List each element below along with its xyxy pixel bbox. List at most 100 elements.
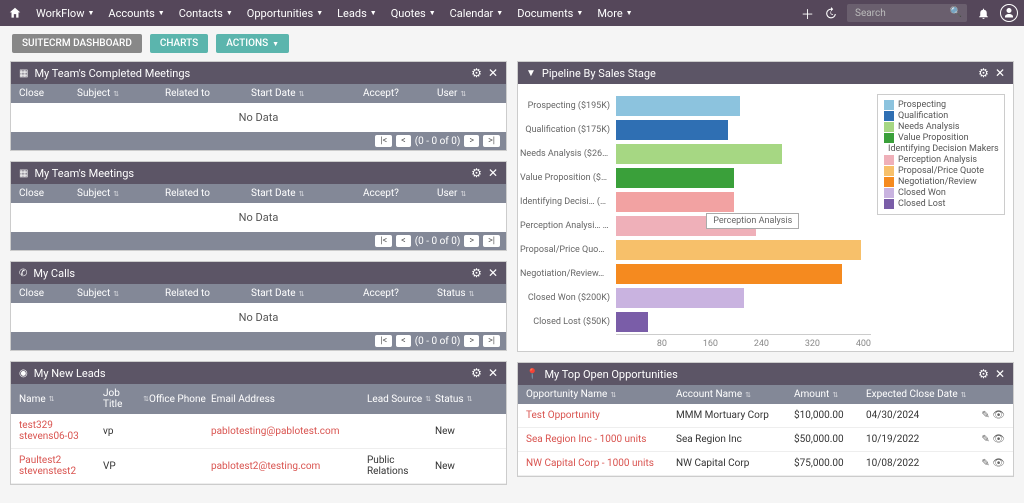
close-icon[interactable]: ✕ [488, 66, 498, 80]
column-header[interactable]: Related to [165, 188, 251, 199]
prev-page-button[interactable]: < [396, 135, 411, 147]
column-header[interactable]: Start Date⇅ [251, 88, 363, 99]
lead-name-link[interactable]: Paultest2 stevenstest2 [19, 455, 76, 477]
column-header[interactable]: Account Name⇅ [676, 389, 794, 400]
next-page-button[interactable]: > [464, 235, 479, 247]
history-icon[interactable] [824, 7, 837, 20]
lead-email-link[interactable]: pablotesting@pablotest.com [211, 426, 340, 437]
bar-label: Negotiation/Review… ($355K) [520, 269, 616, 279]
dashlet-meetings: ▦ My Team's Meetings ⚙ ✕ CloseSubject⇅Re… [10, 161, 507, 251]
column-header[interactable]: Job Title⇅ [103, 388, 149, 410]
view-icon[interactable]: 👁 [992, 434, 1005, 445]
chart-bar[interactable] [616, 192, 734, 212]
chart-bar[interactable] [616, 312, 648, 332]
column-header[interactable]: Related to [165, 288, 251, 299]
first-page-button[interactable]: |< [375, 235, 392, 247]
column-header[interactable]: Status⇅ [435, 388, 498, 410]
close-icon[interactable]: ✕ [995, 66, 1005, 80]
tab-dashboard[interactable]: SUITECRM DASHBOARD [12, 34, 142, 53]
column-header[interactable]: Accept? [363, 288, 437, 299]
column-header[interactable]: Name⇅ [19, 388, 103, 410]
column-header[interactable]: Status⇅ [437, 288, 498, 299]
gear-icon[interactable]: ⚙ [471, 266, 482, 280]
opp-name-link[interactable]: Sea Region Inc - 1000 units [526, 434, 646, 445]
column-header[interactable]: Subject⇅ [77, 288, 165, 299]
edit-icon[interactable]: ✎ [981, 434, 989, 445]
column-header[interactable]: Start Date⇅ [251, 188, 363, 199]
column-header[interactable]: Subject⇅ [77, 188, 165, 199]
gear-icon[interactable]: ⚙ [978, 367, 989, 381]
column-header[interactable]: User⇅ [437, 188, 498, 199]
nav-workflow[interactable]: WorkFlow▼ [30, 3, 100, 24]
nav-documents[interactable]: Documents▼ [511, 3, 589, 24]
column-header[interactable]: Close [19, 88, 77, 99]
home-icon[interactable] [6, 4, 24, 22]
opp-name-link[interactable]: Test Opportunity [526, 410, 600, 421]
chart-bar-row: Needs Analysis ($260K) [520, 142, 871, 166]
column-header[interactable]: Lead Source⇅ [367, 388, 435, 410]
column-header[interactable]: Email Address [211, 388, 367, 410]
chart-bar[interactable] [616, 144, 782, 164]
first-page-button[interactable]: |< [375, 335, 392, 347]
notifications-icon[interactable] [977, 7, 990, 20]
last-page-button[interactable]: >| [483, 135, 500, 147]
column-header[interactable]: Opportunity Name⇅ [526, 389, 676, 400]
close-icon[interactable]: ✕ [995, 367, 1005, 381]
close-icon[interactable]: ✕ [488, 166, 498, 180]
first-page-button[interactable]: |< [375, 135, 392, 147]
column-header[interactable]: Close [19, 188, 77, 199]
nav-opportunities[interactable]: Opportunities▼ [241, 3, 329, 24]
column-header[interactable]: Related to [165, 88, 251, 99]
column-header[interactable]: Amount⇅ [794, 389, 866, 400]
column-header[interactable]: Office Phone [149, 388, 211, 410]
sort-icon: ⇅ [113, 90, 119, 98]
view-icon[interactable]: 👁 [992, 410, 1005, 421]
legend-item: Negotiation/Review [884, 177, 998, 187]
close-icon[interactable]: ✕ [488, 366, 498, 380]
chart-bar[interactable] [616, 120, 728, 140]
user-avatar[interactable] [1000, 4, 1018, 22]
chart-bar[interactable] [616, 96, 740, 116]
tab-charts[interactable]: CHARTS [150, 34, 208, 53]
prev-page-button[interactable]: < [396, 235, 411, 247]
chart-bar[interactable] [616, 264, 842, 284]
nav-leads[interactable]: Leads▼ [331, 3, 383, 24]
edit-icon[interactable]: ✎ [981, 458, 989, 469]
column-header[interactable]: Accept? [363, 188, 437, 199]
close-icon[interactable]: ✕ [488, 266, 498, 280]
view-icon[interactable]: 👁 [992, 458, 1005, 469]
nav-quotes[interactable]: Quotes▼ [385, 3, 442, 24]
column-header[interactable]: Start Date⇅ [251, 288, 363, 299]
chart-bar-row: Proposal/Price Quo… ($385K) [520, 238, 871, 262]
search-icon[interactable]: 🔍 [950, 7, 962, 18]
gear-icon[interactable]: ⚙ [471, 366, 482, 380]
gear-icon[interactable]: ⚙ [471, 66, 482, 80]
last-page-button[interactable]: >| [483, 235, 500, 247]
nav-calendar[interactable]: Calendar▼ [444, 3, 510, 24]
calendar-icon: ▦ [19, 68, 28, 79]
gear-icon[interactable]: ⚙ [978, 66, 989, 80]
column-header[interactable]: Expected Close Date⇅ [866, 389, 1005, 400]
chart-bar[interactable] [616, 240, 861, 260]
column-header[interactable]: Close [19, 288, 77, 299]
prev-page-button[interactable]: < [396, 335, 411, 347]
chart-bar[interactable] [616, 168, 734, 188]
legend-item: Proposal/Price Quote [884, 166, 998, 176]
column-header[interactable]: Subject⇅ [77, 88, 165, 99]
next-page-button[interactable]: > [464, 135, 479, 147]
chart-bar[interactable] [616, 288, 744, 308]
next-page-button[interactable]: > [464, 335, 479, 347]
nav-accounts[interactable]: Accounts▼ [102, 3, 170, 24]
lead-name-link[interactable]: test329 stevens06-03 [19, 420, 79, 442]
nav-more[interactable]: More▼ [591, 3, 638, 24]
last-page-button[interactable]: >| [483, 335, 500, 347]
gear-icon[interactable]: ⚙ [471, 166, 482, 180]
column-header[interactable]: Accept? [363, 88, 437, 99]
nav-contacts[interactable]: Contacts▼ [173, 3, 239, 24]
column-header[interactable]: User⇅ [437, 88, 498, 99]
actions-menu[interactable]: ACTIONS▼ [216, 34, 289, 53]
edit-icon[interactable]: ✎ [981, 410, 989, 421]
add-icon[interactable]: ＋ [801, 4, 814, 23]
lead-email-link[interactable]: pablotest2@testing.com [211, 461, 320, 472]
opp-name-link[interactable]: NW Capital Corp - 1000 units [526, 458, 654, 469]
